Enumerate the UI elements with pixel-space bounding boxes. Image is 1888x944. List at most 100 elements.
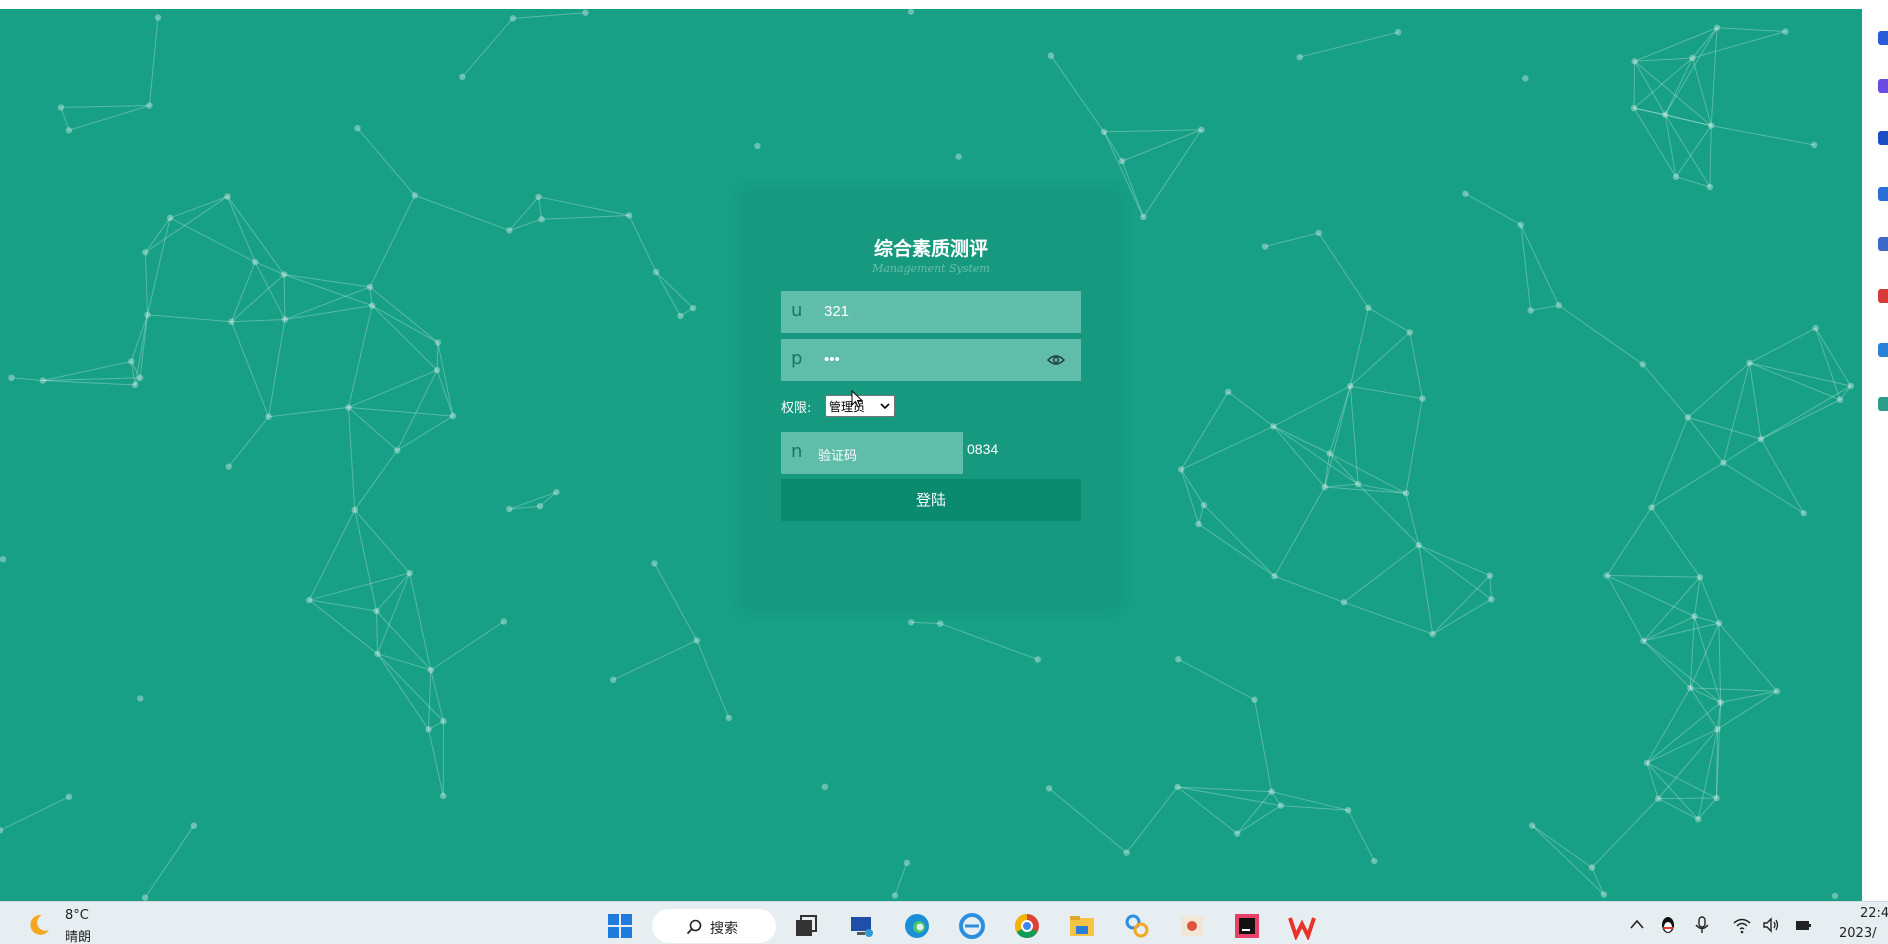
network-node (1713, 794, 1720, 802)
network-node (1174, 783, 1181, 791)
network-node (1522, 75, 1529, 82)
remote-desktop-icon[interactable] (848, 912, 876, 940)
network-line (1405, 398, 1423, 494)
microphone-icon[interactable] (1693, 916, 1711, 934)
network-line (1418, 544, 1492, 600)
network-node (1462, 190, 1469, 197)
sidebar-app-icon[interactable] (1878, 31, 1888, 45)
network-line (430, 621, 505, 671)
network-node (1224, 388, 1232, 396)
sidebar-app-icon[interactable] (1878, 289, 1888, 303)
file-explorer-icon[interactable] (1068, 912, 1096, 940)
network-line (1699, 576, 1720, 624)
network-line (308, 599, 378, 655)
chevron-down-icon (880, 403, 890, 410)
network-node (907, 619, 915, 626)
taskbar-search[interactable]: 搜索 (652, 909, 776, 943)
presentation-icon[interactable] (1178, 912, 1206, 940)
network-node (506, 505, 513, 513)
username-field[interactable]: u 321 (781, 291, 1081, 333)
network-node (1198, 126, 1205, 133)
network-node (142, 249, 149, 256)
sidebar-app-icon[interactable] (1878, 187, 1888, 201)
network-line (357, 127, 416, 196)
network-line (376, 611, 379, 654)
qq-icon[interactable] (1659, 916, 1677, 934)
network-line (1103, 131, 1123, 162)
eye-icon[interactable] (1047, 354, 1065, 366)
network-line (1606, 575, 1700, 578)
network-node (434, 339, 442, 346)
wifi-icon[interactable] (1733, 916, 1751, 934)
login-button[interactable]: 登陆 (781, 479, 1081, 521)
network-node (351, 506, 358, 514)
network-node (411, 192, 419, 199)
network-line (1718, 623, 1722, 703)
network-line (68, 105, 150, 131)
network-node (1643, 759, 1651, 767)
clock-time[interactable]: 22:4 (1860, 906, 1888, 921)
network-node (0, 827, 4, 834)
weather-temp[interactable]: 8°C (65, 908, 89, 923)
network-line (1606, 507, 1652, 576)
app-icon[interactable] (1123, 912, 1151, 940)
network-line (1606, 575, 1644, 642)
network-node (65, 127, 73, 134)
network-node (65, 793, 73, 800)
sidebar-app-icon[interactable] (1878, 237, 1888, 251)
clock-date[interactable]: 2023/ (1839, 926, 1876, 941)
network-line (231, 274, 285, 323)
sidebar-app-icon[interactable] (1878, 343, 1888, 357)
network-node (1588, 864, 1596, 871)
network-line (655, 271, 681, 317)
intellij-icon[interactable] (1233, 912, 1261, 940)
network-line (1643, 622, 1720, 642)
network-node (536, 502, 544, 510)
network-line (1643, 640, 1721, 703)
moon-icon[interactable] (26, 912, 52, 938)
network-line (1646, 762, 1699, 820)
network-line (1591, 798, 1659, 868)
network-line (1274, 575, 1345, 603)
network-line (541, 214, 630, 220)
wps-icon[interactable] (1288, 912, 1316, 940)
network-node (1714, 726, 1721, 733)
network-node (1757, 435, 1765, 443)
network-line (348, 406, 453, 417)
network-node (368, 302, 376, 309)
network-line (1180, 425, 1274, 470)
windows-start-icon[interactable] (606, 912, 634, 940)
network-node (1406, 329, 1414, 336)
sidebar-app-icon[interactable] (1878, 397, 1888, 411)
weather-desc[interactable]: 晴朗 (65, 926, 91, 944)
network-node (345, 404, 352, 411)
chrome-icon[interactable] (1013, 912, 1041, 940)
edge-browser-icon[interactable] (903, 912, 931, 940)
network-line (1591, 867, 1605, 895)
password-field[interactable]: p ••• (781, 339, 1081, 381)
network-line (1357, 483, 1420, 546)
taskbar: 8°C 晴朗 搜索 22:4 2023/ (0, 901, 1888, 944)
network-node (1600, 891, 1608, 898)
network-line (147, 314, 232, 323)
network-line (284, 273, 370, 288)
network-line (1689, 616, 1695, 688)
network-node (190, 822, 198, 829)
sidebar-app-icon[interactable] (1878, 131, 1888, 145)
network-line (1692, 57, 1712, 126)
battery-icon[interactable] (1794, 916, 1812, 934)
browser-top-strip (0, 0, 1888, 9)
network-node (609, 676, 617, 684)
ie-browser-icon[interactable] (958, 912, 986, 940)
network-node (1640, 637, 1647, 645)
network-node (1261, 243, 1269, 250)
task-view-icon[interactable] (792, 912, 820, 940)
sidebar-app-icon[interactable] (1878, 79, 1888, 93)
captcha-field[interactable]: n 验证码 (781, 432, 963, 474)
captcha-code[interactable]: 0834 (967, 441, 998, 457)
network-line (147, 217, 171, 315)
network-node (0, 556, 7, 563)
volume-icon[interactable] (1762, 916, 1780, 934)
network-node (1315, 229, 1322, 237)
chevron-up-icon[interactable] (1628, 916, 1646, 934)
